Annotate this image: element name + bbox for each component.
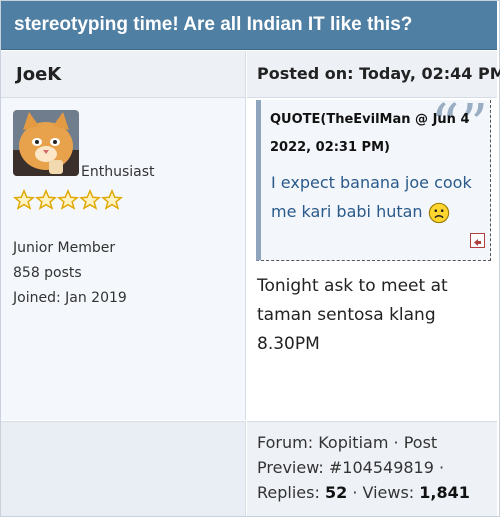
star-icon (100, 188, 124, 211)
posted-header: Posted on: Today, 02:44 PM (247, 51, 500, 98)
separator: · (393, 433, 399, 452)
forum-link[interactable]: Kopitiam (318, 433, 388, 452)
replies-count: 52 (324, 483, 348, 502)
star-icon (34, 188, 58, 211)
sad-face-icon (428, 202, 450, 224)
author-name[interactable]: JoeK (16, 64, 61, 85)
post-text: Tonight ask to meet at taman sentosa kla… (257, 276, 448, 354)
footer-left-cell (1, 421, 246, 516)
forum-label: Forum: (257, 433, 314, 452)
star-icon (78, 188, 102, 211)
quote-body: I expect banana joe cook me kari babi hu… (271, 168, 481, 226)
star-icon (56, 188, 80, 211)
quote-box: “” QUOTE(TheEvilMan @ Jun 4 2022, 02:31 … (256, 98, 491, 261)
user-post-count: 858 posts (13, 265, 82, 281)
rating-stars (12, 188, 124, 215)
posted-date: Posted on: Today, 02:44 PM (257, 64, 500, 83)
user-rank: Enthusiast (81, 164, 155, 180)
author-header: JoeK (1, 51, 246, 98)
thread-title[interactable]: stereotyping time! Are all Indian IT lik… (14, 14, 412, 36)
star-icon (12, 188, 36, 211)
thread-title-bar: stereotyping time! Are all Indian IT lik… (1, 1, 497, 50)
post-footer: Forum: Kopitiam · Post Preview: #1045498… (257, 430, 487, 505)
post-id-link[interactable]: #104549819 (329, 458, 434, 477)
views-label: Views: (362, 483, 415, 502)
user-joined: Joined: Jan 2019 (13, 290, 127, 306)
quote-header: QUOTE(TheEvilMan @ Jun 4 2022, 02:31 PM) (270, 112, 470, 155)
views-count: 1,841 (419, 483, 470, 502)
separator: · (352, 483, 358, 502)
replies-label: Replies: (257, 483, 320, 502)
user-group: Junior Member (13, 240, 116, 256)
jump-to-post-icon[interactable] (470, 233, 485, 248)
avatar[interactable] (13, 110, 79, 176)
separator: · (439, 458, 445, 477)
